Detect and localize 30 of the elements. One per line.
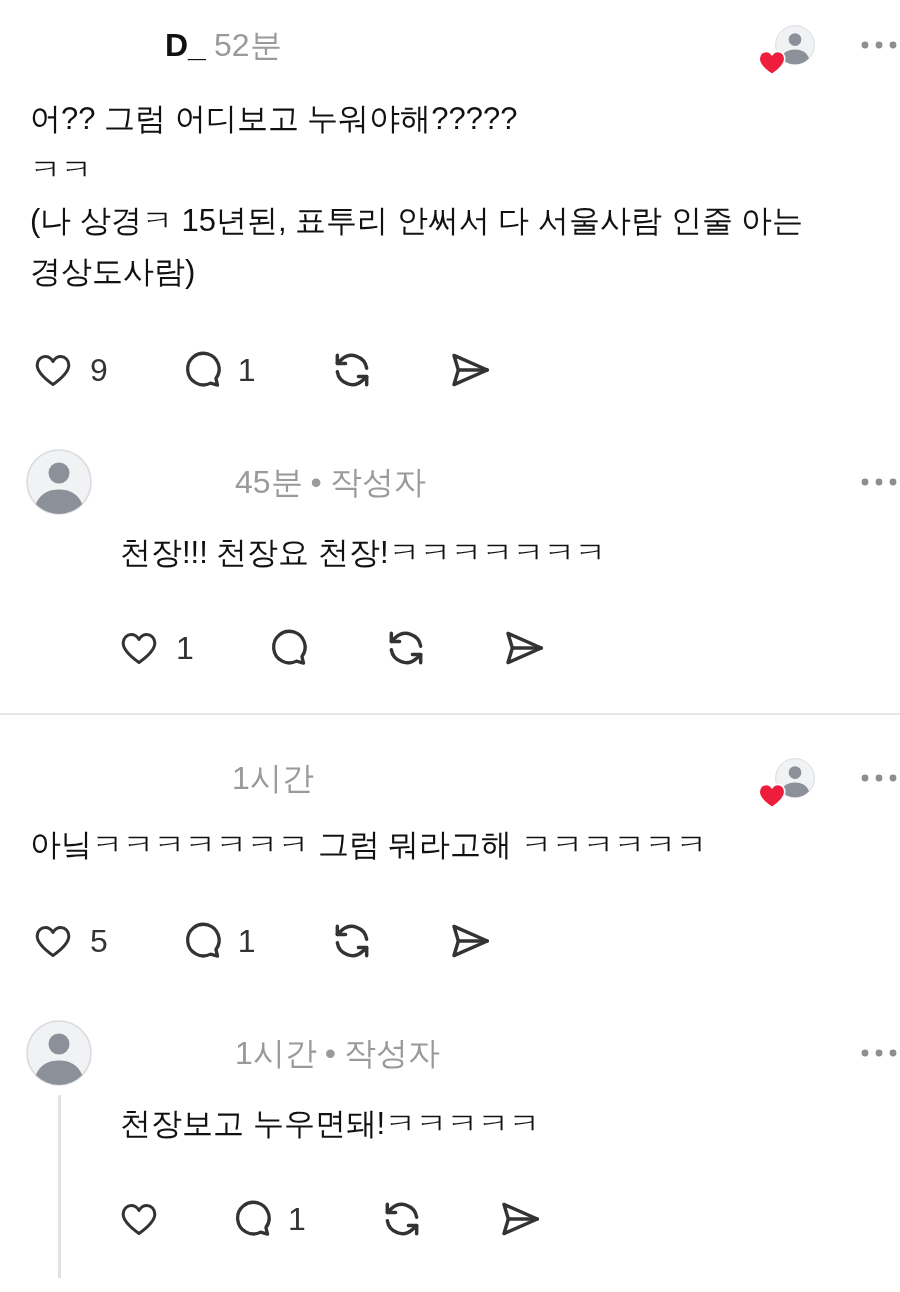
reply-button[interactable]: 1 [181, 346, 256, 394]
heart-icon [34, 352, 72, 388]
post-text: 어?? 그럼 어디보고 누워야해????? ㅋㅋ (나 상경ㅋ 15년된, 표투리 안써서 다 서울사람 인줄 아는 경상도사람) [30, 100, 805, 291]
reply-time: 1시간 [235, 1034, 317, 1073]
avatar-icon [26, 449, 92, 515]
post-time: 52분 [213, 26, 282, 65]
more-icon [861, 478, 897, 486]
like-button[interactable]: 1 [120, 624, 194, 672]
reply-button[interactable]: 1 [232, 1195, 306, 1243]
avatar-icon [26, 1020, 92, 1086]
like-button[interactable] [120, 1201, 158, 1237]
like-button[interactable]: 9 [34, 346, 108, 394]
post-time: 1시간 [232, 759, 314, 798]
username[interactable]: D_ [165, 21, 206, 69]
more-icon [861, 1049, 897, 1057]
author-label: 작성자 [344, 1034, 440, 1073]
more-icon [861, 774, 897, 782]
reply-text: 천장!!! 천장요 천장!ㅋㅋㅋㅋㅋㅋㅋ [120, 534, 607, 572]
heart-icon [120, 1201, 158, 1237]
reply-button[interactable]: 1 [181, 917, 256, 965]
author-label: 작성자 [329, 463, 426, 502]
reply-text: 천장보고 누우면돼!ㅋㅋㅋㅋㅋ [120, 1105, 542, 1143]
more-icon [861, 41, 897, 49]
heart-icon [120, 630, 158, 666]
like-button[interactable]: 5 [34, 917, 108, 965]
bullet-separator: • [324, 1034, 336, 1073]
bullet-separator: • [310, 463, 322, 502]
heart-icon [34, 923, 72, 959]
post-text: 아닠ㅋㅋㅋㅋㅋㅋㅋ 그럼 뭐라고해 ㅋㅋㅋㅋㅋㅋ [30, 826, 708, 864]
reply-time: 45분 [235, 463, 303, 502]
